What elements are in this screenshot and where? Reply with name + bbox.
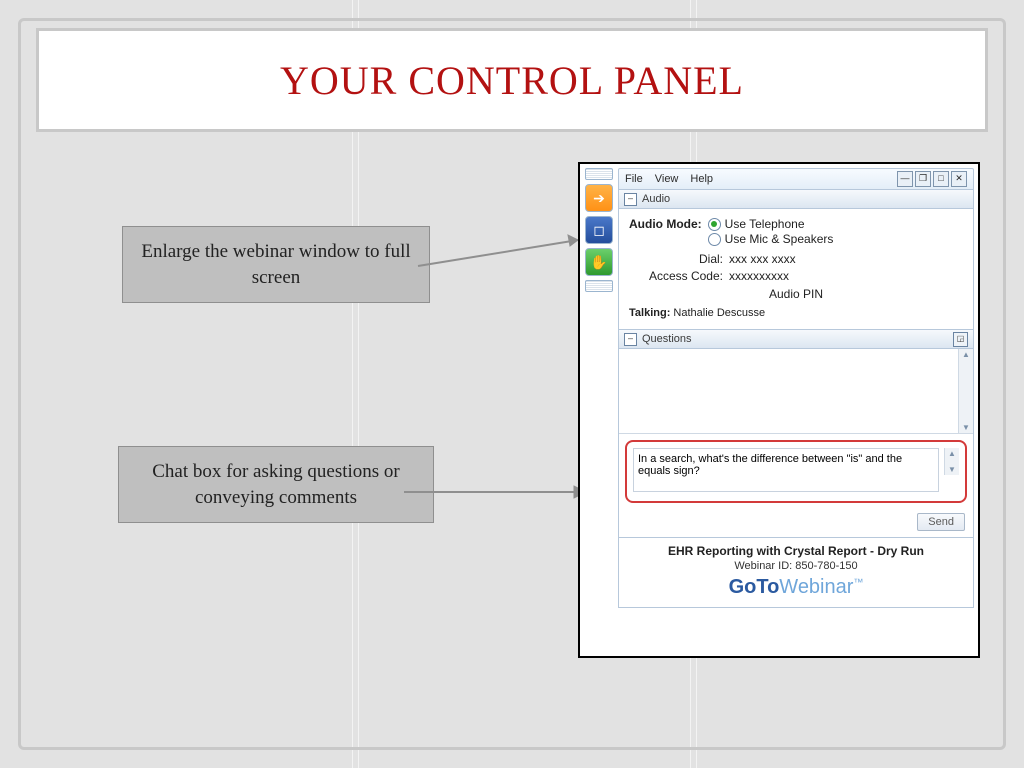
questions-log: ▲▼ — [619, 349, 973, 434]
questions-section: ▲▼ ▲▼ Send — [618, 349, 974, 538]
grip-icon[interactable] — [585, 280, 613, 292]
minimize-icon[interactable]: — — [897, 171, 913, 187]
scrollbar[interactable]: ▲▼ — [944, 448, 959, 475]
side-ribbon: ➔ ◻ ✋ — [584, 168, 614, 296]
questions-header-label: Questions — [642, 333, 692, 345]
radio-telephone[interactable]: Use Telephone — [708, 217, 834, 231]
gotowebinar-panel: ➔ ◻ ✋ File View Help — ❐ □ ✕ – Audio Aud… — [578, 162, 980, 658]
grip-icon[interactable] — [585, 168, 613, 180]
audio-section: Audio Mode: Use Telephone Use Mic & Spea… — [618, 209, 974, 330]
question-input[interactable] — [633, 448, 939, 492]
menu-view[interactable]: View — [655, 173, 679, 185]
close-icon[interactable]: ✕ — [951, 171, 967, 187]
audio-header[interactable]: – Audio — [618, 190, 974, 209]
webinar-id-value: 850-780-150 — [795, 560, 857, 572]
audio-header-label: Audio — [642, 193, 670, 205]
callout-chatbox: Chat box for asking questions or conveyi… — [118, 446, 434, 523]
webinar-id-label: Webinar ID: — [734, 560, 792, 572]
radio-icon — [708, 233, 721, 246]
panel-main: File View Help — ❐ □ ✕ – Audio Audio Mod… — [618, 168, 974, 652]
audio-mode-label: Audio Mode: — [629, 217, 702, 231]
callout-enlarge: Enlarge the webinar window to full scree… — [122, 226, 430, 303]
scroll-down-icon[interactable]: ▼ — [948, 465, 956, 474]
brand-tm: ™ — [853, 577, 863, 588]
access-code-value: xxxxxxxxxx — [729, 269, 963, 283]
access-code-label: Access Code: — [629, 269, 729, 283]
radio-telephone-label: Use Telephone — [725, 217, 805, 231]
panel-footer: EHR Reporting with Crystal Report - Dry … — [618, 538, 974, 608]
talking-status: Talking: Nathalie Descusse — [629, 307, 963, 319]
scroll-up-icon[interactable]: ▲ — [948, 449, 956, 458]
session-title: EHR Reporting with Crystal Report - Dry … — [623, 544, 969, 558]
scroll-down-icon[interactable]: ▼ — [962, 423, 970, 432]
callout-enlarge-text: Enlarge the webinar window to full scree… — [141, 241, 410, 288]
dial-label: Dial: — [629, 252, 729, 266]
gotowebinar-logo: GoToWebinar™ — [623, 576, 969, 599]
maximize-icon[interactable]: □ — [933, 171, 949, 187]
arrow-to-chatbox — [404, 480, 604, 520]
page-title: YOUR CONTROL PANEL — [280, 57, 744, 104]
brand-go: Go — [729, 576, 757, 598]
brand-webinar: Webinar — [779, 576, 853, 598]
fullscreen-icon[interactable]: ◻ — [585, 216, 613, 244]
raise-hand-icon[interactable]: ✋ — [585, 248, 613, 276]
menu-file[interactable]: File — [625, 173, 643, 185]
talking-label: Talking: — [629, 307, 670, 319]
dial-value: xxx xxx xxxx — [729, 252, 963, 266]
title-card: YOUR CONTROL PANEL — [36, 28, 988, 132]
questions-header[interactable]: – Questions ◲ — [618, 330, 974, 349]
scroll-up-icon[interactable]: ▲ — [962, 350, 970, 359]
radio-icon — [708, 218, 721, 231]
audio-pin-label: Audio PIN — [629, 287, 963, 301]
menu-help[interactable]: Help — [690, 173, 713, 185]
arrow-to-fullscreen — [418, 230, 598, 290]
restore-icon[interactable]: ❐ — [915, 171, 931, 187]
send-button[interactable]: Send — [917, 513, 965, 531]
radio-mic-speakers[interactable]: Use Mic & Speakers — [708, 232, 834, 246]
collapse-icon[interactable]: – — [624, 333, 637, 346]
webinar-id: Webinar ID: 850-780-150 — [623, 560, 969, 572]
menu-bar: File View Help — ❐ □ ✕ — [618, 168, 974, 190]
collapse-icon[interactable]: – — [624, 193, 637, 206]
question-input-highlight: ▲▼ — [625, 440, 967, 503]
brand-to: To — [756, 576, 779, 598]
collapse-arrow-icon[interactable]: ➔ — [585, 184, 613, 212]
popout-icon[interactable]: ◲ — [953, 332, 968, 347]
scrollbar[interactable]: ▲▼ — [958, 349, 973, 433]
talking-name: Nathalie Descusse — [673, 307, 765, 319]
radio-mic-label: Use Mic & Speakers — [725, 232, 834, 246]
callout-chatbox-text: Chat box for asking questions or conveyi… — [152, 461, 400, 508]
